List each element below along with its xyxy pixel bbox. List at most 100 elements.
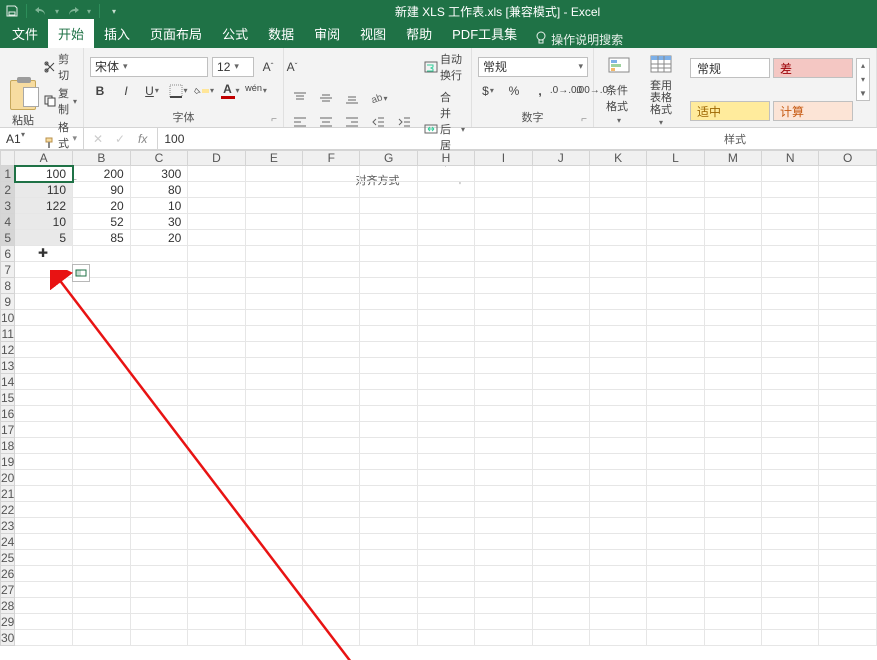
cell-N24[interactable] (762, 534, 819, 550)
row-header-30[interactable]: 30 (1, 630, 15, 646)
row-header-7[interactable]: 7 (1, 262, 15, 278)
tab-file[interactable]: 文件 (2, 19, 48, 48)
cell-F3[interactable] (303, 198, 360, 214)
cell-C23[interactable] (130, 518, 188, 534)
cell-H12[interactable] (417, 342, 474, 358)
cell-E14[interactable] (245, 374, 302, 390)
cell-M14[interactable] (704, 374, 761, 390)
cell-H29[interactable] (417, 614, 474, 630)
cell-F18[interactable] (303, 438, 360, 454)
cell-A18[interactable] (15, 438, 73, 454)
row-header-26[interactable]: 26 (1, 566, 15, 582)
save-icon[interactable] (4, 3, 20, 19)
cell-E5[interactable] (245, 230, 302, 246)
cell-E9[interactable] (245, 294, 302, 310)
cell-L30[interactable] (647, 630, 704, 646)
cell-F8[interactable] (303, 278, 360, 294)
cell-K2[interactable] (589, 182, 646, 198)
cell-H7[interactable] (417, 262, 474, 278)
cell-I11[interactable] (475, 326, 532, 342)
cell-L3[interactable] (647, 198, 704, 214)
cell-F19[interactable] (303, 454, 360, 470)
cell-B6[interactable] (73, 246, 131, 262)
cell-I2[interactable] (475, 182, 532, 198)
cell-B14[interactable] (73, 374, 131, 390)
row-header-13[interactable]: 13 (1, 358, 15, 374)
cell-J3[interactable] (532, 198, 589, 214)
cell-G14[interactable] (360, 374, 417, 390)
cell-G3[interactable] (360, 198, 417, 214)
cell-J29[interactable] (532, 614, 589, 630)
align-top-button[interactable] (290, 88, 310, 108)
cell-J28[interactable] (532, 598, 589, 614)
cell-F4[interactable] (303, 214, 360, 230)
cell-O26[interactable] (819, 566, 877, 582)
cell-C27[interactable] (130, 582, 188, 598)
cell-D4[interactable] (188, 214, 245, 230)
cell-K9[interactable] (589, 294, 646, 310)
cell-K24[interactable] (589, 534, 646, 550)
cell-L12[interactable] (647, 342, 704, 358)
cell-D26[interactable] (188, 566, 245, 582)
phonetic-button[interactable]: wén▾ (246, 81, 266, 101)
cell-I6[interactable] (475, 246, 532, 262)
cell-L1[interactable] (647, 166, 704, 182)
cell-J11[interactable] (532, 326, 589, 342)
undo-dropdown-icon[interactable]: ▾ (53, 3, 61, 19)
cell-M12[interactable] (704, 342, 761, 358)
cell-A27[interactable] (15, 582, 73, 598)
format-as-table-button[interactable]: 套用 表格格式 ▾ (642, 50, 680, 129)
cell-F2[interactable] (303, 182, 360, 198)
cell-A22[interactable] (15, 502, 73, 518)
autofill-options-button[interactable] (72, 264, 90, 282)
cell-A28[interactable] (15, 598, 73, 614)
cell-G12[interactable] (360, 342, 417, 358)
cell-H20[interactable] (417, 470, 474, 486)
row-header-17[interactable]: 17 (1, 422, 15, 438)
cell-M1[interactable] (704, 166, 761, 182)
tab-pdf[interactable]: PDF工具集 (442, 19, 527, 48)
cell-M11[interactable] (704, 326, 761, 342)
cell-C21[interactable] (130, 486, 188, 502)
italic-button[interactable]: I (116, 81, 136, 101)
cell-L17[interactable] (647, 422, 704, 438)
cell-N13[interactable] (762, 358, 819, 374)
cell-I5[interactable] (475, 230, 532, 246)
cell-L20[interactable] (647, 470, 704, 486)
cell-F14[interactable] (303, 374, 360, 390)
cell-A30[interactable] (15, 630, 73, 646)
cell-J21[interactable] (532, 486, 589, 502)
column-header-J[interactable]: J (532, 151, 589, 166)
cell-O16[interactable] (819, 406, 877, 422)
cell-O8[interactable] (819, 278, 877, 294)
cell-L7[interactable] (647, 262, 704, 278)
cell-O30[interactable] (819, 630, 877, 646)
cell-L10[interactable] (647, 310, 704, 326)
row-header-15[interactable]: 15 (1, 390, 15, 406)
cell-N22[interactable] (762, 502, 819, 518)
cell-J17[interactable] (532, 422, 589, 438)
cell-N9[interactable] (762, 294, 819, 310)
cell-B27[interactable] (73, 582, 131, 598)
cell-N10[interactable] (762, 310, 819, 326)
cell-E20[interactable] (245, 470, 302, 486)
cell-E10[interactable] (245, 310, 302, 326)
cell-F24[interactable] (303, 534, 360, 550)
cell-E26[interactable] (245, 566, 302, 582)
cell-I19[interactable] (475, 454, 532, 470)
cell-K22[interactable] (589, 502, 646, 518)
row-header-22[interactable]: 22 (1, 502, 15, 518)
cell-D1[interactable] (188, 166, 245, 182)
cell-H18[interactable] (417, 438, 474, 454)
column-header-O[interactable]: O (819, 151, 877, 166)
align-left-button[interactable] (290, 112, 310, 132)
cell-K12[interactable] (589, 342, 646, 358)
cell-G8[interactable] (360, 278, 417, 294)
cell-I10[interactable] (475, 310, 532, 326)
cell-K13[interactable] (589, 358, 646, 374)
cell-N27[interactable] (762, 582, 819, 598)
cell-D16[interactable] (188, 406, 245, 422)
cell-M2[interactable] (704, 182, 761, 198)
cell-K16[interactable] (589, 406, 646, 422)
cell-I9[interactable] (475, 294, 532, 310)
